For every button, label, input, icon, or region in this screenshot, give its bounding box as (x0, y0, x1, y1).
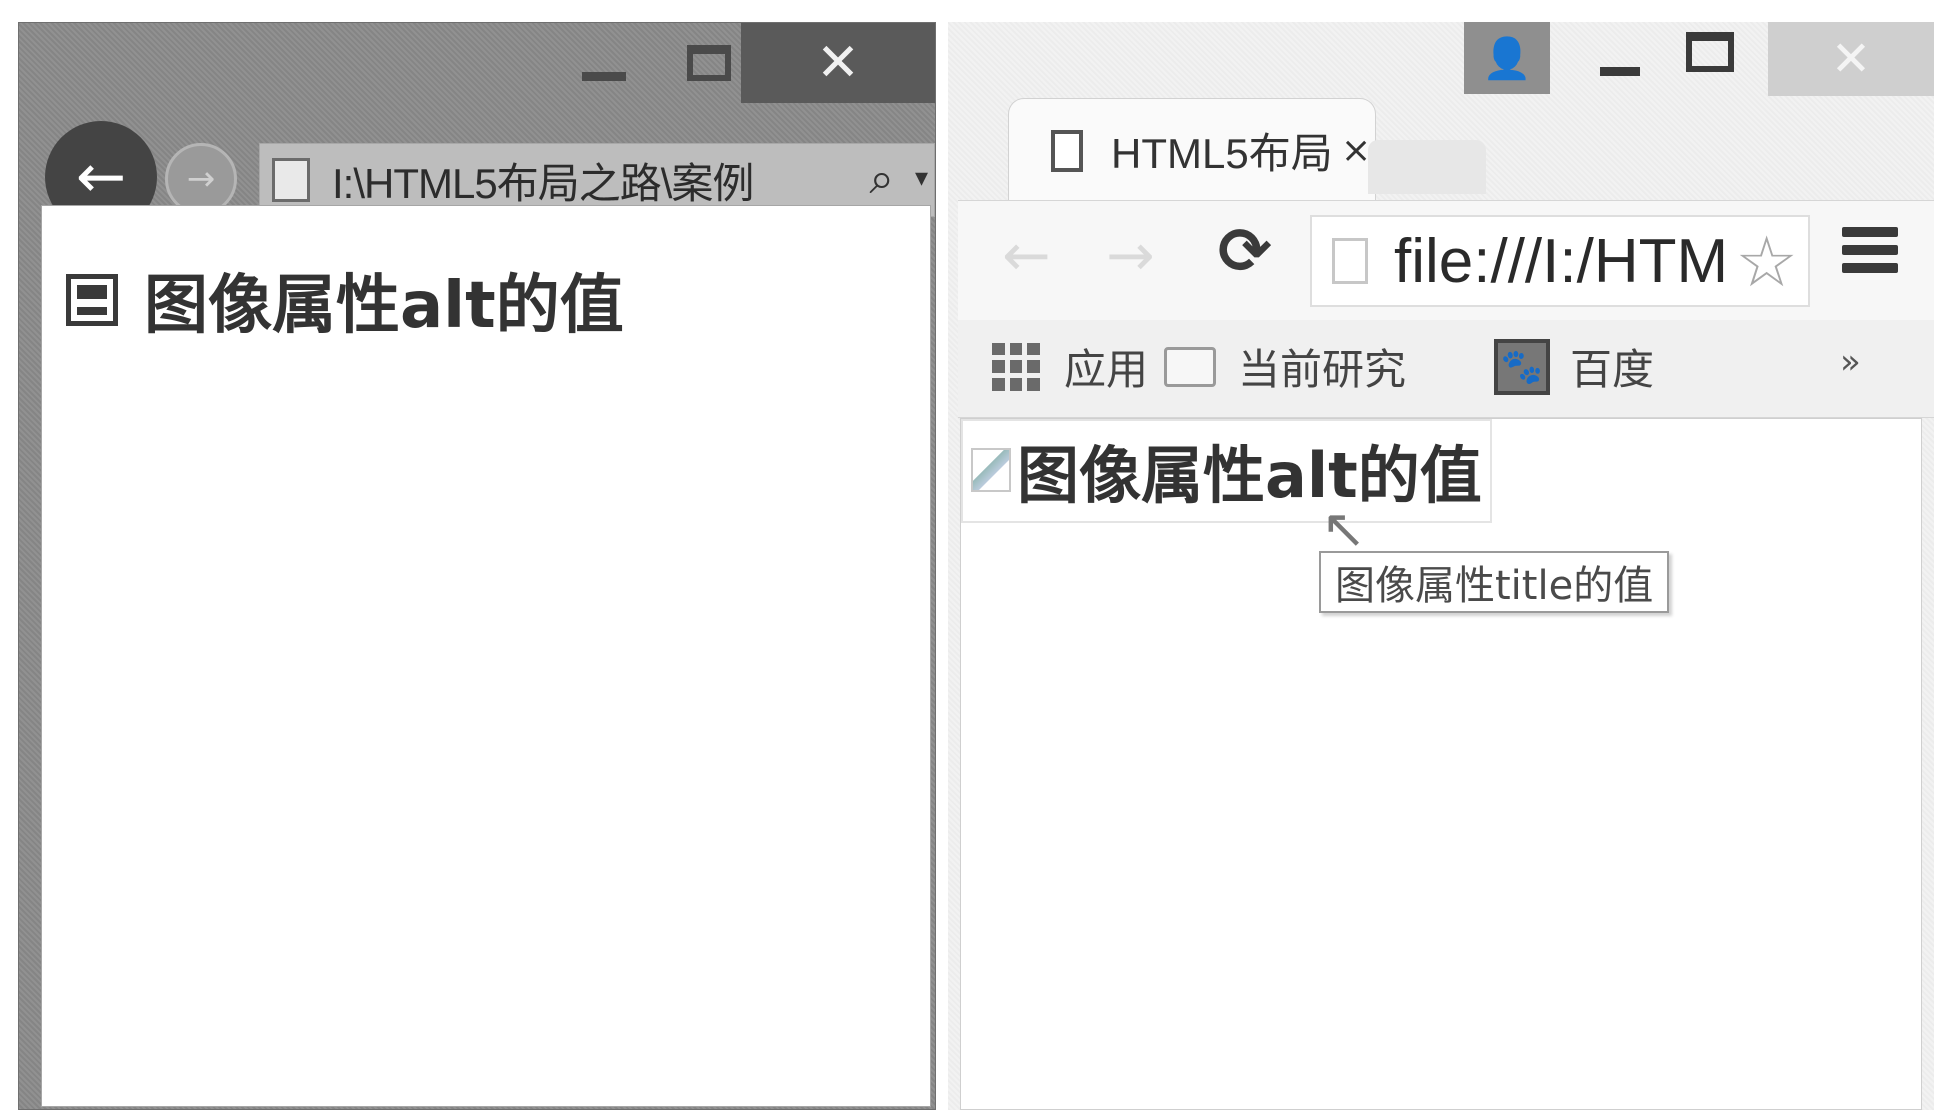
page-icon (272, 158, 310, 202)
tab-close-icon[interactable]: × (1341, 130, 1371, 171)
title-tooltip: 图像属性title的值 (1319, 551, 1670, 613)
user-profile-button[interactable]: 👤 (1464, 22, 1550, 94)
reload-icon[interactable]: ⟳ (1218, 215, 1272, 289)
search-icon[interactable]: ⌕ (869, 154, 894, 204)
minimize-icon (1600, 66, 1640, 76)
tooltip-text: 图像属性title的值 (1335, 563, 1654, 609)
ie-titlebar: ✕ (19, 23, 935, 107)
bookmarks-bar: 应用 当前研究 🐾 百度 » (958, 320, 1934, 418)
ie-close-button[interactable]: ✕ (741, 23, 935, 103)
chrome-close-button[interactable]: ✕ (1768, 22, 1934, 96)
bookmark-folder-label: 当前研究 (1238, 345, 1407, 394)
close-icon: ✕ (1830, 31, 1872, 87)
bookmark-apps[interactable]: 应用 (992, 336, 1148, 397)
baidu-paw-icon: 🐾 (1494, 338, 1550, 395)
minimize-icon (582, 71, 626, 81)
chrome-browser-window: 👤 ✕ HTML5布局 × ← → ⟳ file:///I:/HTML ☆ 应用… (948, 22, 1934, 1110)
bookmark-star-icon[interactable]: ☆ (1735, 221, 1798, 303)
broken-image: 图像属性alt的值 (961, 419, 1492, 523)
image-alt-text: 图像属性alt的值 (144, 269, 624, 343)
address-bar[interactable]: file:///I:/HTML ☆ (1310, 215, 1810, 307)
image-alt-text: 图像属性alt的值 (1017, 439, 1482, 512)
close-icon: ✕ (816, 33, 860, 93)
ie-minimize-button[interactable] (549, 23, 659, 103)
menu-icon[interactable] (1842, 227, 1898, 281)
chrome-page-content: 图像属性alt的值 ↖ 图像属性title的值 (960, 418, 1922, 1110)
ie-address-url: I:\HTML5布局之路\案例 (332, 159, 754, 207)
maximize-icon (687, 45, 731, 81)
tab-title: HTML5布局 (1111, 130, 1329, 177)
browser-tab[interactable]: HTML5布局 × (1008, 98, 1376, 202)
bookmark-baidu-label: 百度 (1570, 345, 1655, 394)
ie-browser-window: ✕ ← → I:\HTML5布局之路\案例 ⌕ ▾ 图像属性alt的值 (18, 22, 936, 1110)
forward-arrow-icon[interactable]: → (1106, 221, 1155, 289)
back-arrow-icon: ← (75, 142, 127, 212)
new-tab-button[interactable] (1368, 140, 1486, 194)
forward-arrow-icon: → (186, 159, 216, 199)
chrome-maximize-button[interactable] (1686, 32, 1734, 72)
bookmark-baidu[interactable]: 🐾 百度 (1494, 336, 1654, 397)
page-icon (1332, 238, 1368, 284)
bookmark-apps-label: 应用 (1064, 345, 1149, 394)
chrome-toolbar: ← → ⟳ file:///I:/HTML ☆ (958, 200, 1934, 320)
ie-page-content: 图像属性alt的值 (41, 205, 931, 1107)
broken-image-icon (66, 274, 118, 326)
back-arrow-icon[interactable]: ← (1002, 221, 1051, 289)
dropdown-icon[interactable]: ▾ (915, 162, 928, 193)
more-bookmarks-icon[interactable]: » (1840, 342, 1861, 382)
broken-image-icon (971, 448, 1011, 492)
broken-image: 图像属性alt的值 (66, 254, 624, 346)
user-icon: 👤 (1482, 35, 1532, 82)
address-url: file:///I:/HTML (1394, 226, 1724, 296)
chrome-minimize-button[interactable] (1588, 22, 1652, 102)
apps-grid-icon (992, 342, 1040, 391)
bookmark-folder-research[interactable]: 当前研究 (1164, 336, 1406, 397)
folder-icon (1164, 346, 1216, 387)
document-icon (1051, 129, 1083, 172)
